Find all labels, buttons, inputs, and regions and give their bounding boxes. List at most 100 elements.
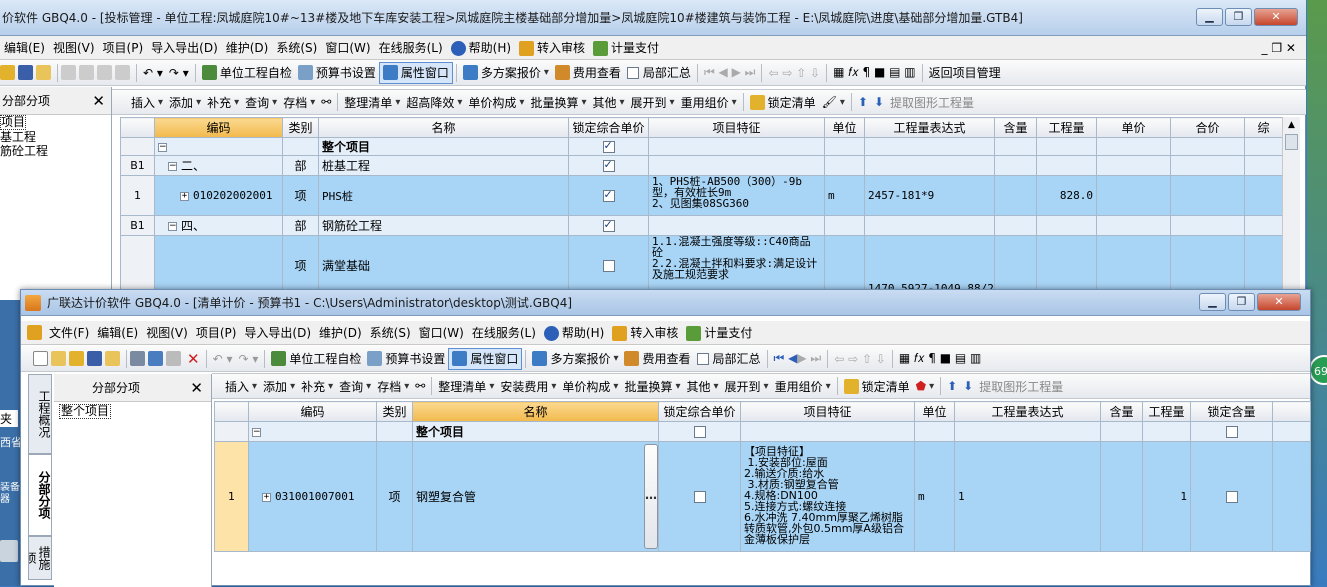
undo-button[interactable]: ↶ ▾ [210, 348, 236, 370]
partial-summary-checkbox[interactable] [626, 66, 639, 79]
col-quantity[interactable]: 工程量 [1036, 117, 1097, 138]
cut-icon[interactable] [130, 351, 145, 366]
menu-window[interactable]: 窗口(W) [415, 324, 468, 341]
table-row[interactable]: 1 +031001007001 项 钢塑复合管 … 【项目特征】 1.安装部位:… [214, 441, 1311, 552]
expand-icon[interactable]: + [180, 191, 189, 201]
col-content[interactable]: 含量 [1100, 401, 1143, 422]
menu-payment[interactable]: 计量支付 [589, 39, 663, 56]
other-button[interactable]: 其他 [589, 91, 627, 113]
down-icon[interactable]: ⬇ [960, 375, 976, 397]
partial-summary-checkbox[interactable] [696, 352, 709, 365]
archive-button[interactable]: 存档 [374, 375, 412, 397]
col-lock-content[interactable]: 锁定含量 [1190, 401, 1273, 422]
redo-button[interactable]: ↷ ▾ [166, 62, 192, 84]
paint-icon[interactable]: ⬟ [913, 375, 937, 397]
supplement-button[interactable]: 补充 [204, 91, 242, 113]
menu-project[interactable]: 项目(P) [192, 324, 241, 341]
lock-content-checkbox[interactable] [1225, 491, 1238, 503]
col-unit-price[interactable]: 单价 [1096, 117, 1171, 138]
close-icon[interactable]: ✕ [1254, 8, 1298, 26]
budget-settings-button[interactable]: 预算书设置 [295, 62, 379, 84]
col-name[interactable]: 名称 [412, 401, 659, 422]
tree-item[interactable]: 项目 [0, 115, 27, 130]
install-fee-button[interactable]: 安装费用 [497, 375, 559, 397]
reuse-price-button[interactable]: 重用组价 [772, 375, 834, 397]
menu-view[interactable]: 视图(V) [142, 324, 192, 341]
col-code[interactable]: 编码 [154, 117, 283, 138]
reuse-price-button[interactable]: 重用组价 [678, 91, 740, 113]
delete-icon[interactable] [115, 65, 130, 80]
menu-audit[interactable]: 转入审核 [608, 324, 682, 341]
undo-button[interactable]: ↶ ▾ [140, 62, 166, 84]
add-button[interactable]: 添加 [166, 91, 204, 113]
property-window-button[interactable]: 属性窗口 [378, 61, 453, 84]
col-lock-price[interactable]: 锁定综合单价 [658, 401, 741, 422]
collapse-icon[interactable]: − [252, 427, 261, 437]
extract-quantity-button[interactable]: 提取图形工程量 [976, 375, 1066, 397]
save-icon[interactable] [18, 65, 33, 80]
col-expr[interactable]: 工程量表达式 [954, 401, 1101, 422]
expand-to-button[interactable]: 展开到 [722, 375, 772, 397]
nav-buttons[interactable]: ⏮ ◀ ▶ ⏭ [771, 348, 825, 370]
table-row[interactable]: 1 +010202002001 项 PHS桩 1、PHS桩-AB500（300）… [120, 175, 1283, 216]
menu-file[interactable]: 文件(F) [45, 324, 93, 341]
col-code[interactable]: 编码 [248, 401, 377, 422]
col-lock-price[interactable]: 锁定综合单价 [568, 117, 649, 138]
move-buttons[interactable]: ⇦ ⇨ ⇧ ⇩ [765, 62, 823, 84]
menu-system[interactable]: 系统(S) [272, 39, 321, 56]
lock-checkbox[interactable] [602, 218, 615, 232]
menu-maintain[interactable]: 维护(D) [222, 39, 273, 56]
batch-convert-button[interactable]: 批量换算 [527, 91, 589, 113]
menu-edit[interactable]: 编辑(E) [0, 39, 49, 56]
self-check-button[interactable]: 单位工程自检 [199, 62, 295, 84]
tree-item[interactable]: 筋砼工程 [0, 144, 111, 158]
minimize-icon[interactable]: ▁ [1196, 8, 1223, 26]
redo-button[interactable]: ↷ ▾ [235, 348, 261, 370]
name-cell-editing[interactable]: 钢塑复合管 … [412, 441, 659, 552]
table-row[interactable]: B1 − 二、 部 桩基工程 [120, 155, 1283, 176]
delete-icon[interactable]: ✕ [184, 348, 203, 370]
menu-audit[interactable]: 转入审核 [515, 39, 589, 56]
menu-help[interactable]: 帮助(H) [447, 39, 515, 56]
batch-convert-button[interactable]: 批量换算 [621, 375, 683, 397]
fee-view-button[interactable]: 费用查看 [621, 348, 693, 370]
col-unit[interactable]: 单位 [824, 117, 865, 138]
other-button[interactable]: 其他 [683, 375, 721, 397]
copy-icon[interactable] [79, 65, 94, 80]
menu-project[interactable]: 项目(P) [99, 39, 148, 56]
lock-checkbox[interactable] [602, 188, 615, 202]
table-row[interactable]: − 整个项目 [214, 421, 1311, 442]
query-button[interactable]: 查询 [242, 91, 280, 113]
recycle-icon[interactable] [0, 540, 18, 562]
ellipsis-button[interactable]: … [644, 444, 658, 549]
open-icon[interactable] [69, 351, 84, 366]
table-row[interactable]: B1 − 四、 部 钢筋砼工程 [120, 215, 1283, 236]
new-project-icon[interactable] [51, 351, 66, 366]
col-feature[interactable]: 项目特征 [740, 401, 915, 422]
back-title-bar[interactable]: 价软件 GBQ4.0 - [投标管理 - 单位工程:凤城庭院10#~13#楼及地… [0, 0, 1306, 36]
col-unit[interactable]: 单位 [914, 401, 955, 422]
lock-list-button[interactable]: 锁定清单 [841, 375, 913, 397]
back-vertical-scrollbar[interactable]: ▲ [1282, 117, 1300, 300]
close-icon[interactable]: ✕ [190, 379, 203, 397]
menu-edit[interactable]: 编辑(E) [93, 324, 142, 341]
down-icon[interactable]: ⬇ [871, 91, 887, 113]
up-icon[interactable]: ⬆ [855, 91, 871, 113]
lock-checkbox[interactable] [602, 158, 615, 172]
extract-quantity-button[interactable]: 提取图形工程量 [887, 91, 977, 113]
col-content[interactable]: 含量 [994, 117, 1037, 138]
table-row[interactable]: − 整个项目 [120, 137, 1283, 156]
calc-icons[interactable]: ▦ 𝑓𝑥 ¶ ■ ▤ ▥ [830, 62, 918, 84]
new-icon[interactable] [33, 351, 48, 366]
lock-checkbox[interactable] [693, 426, 706, 438]
menu-import-export[interactable]: 导入导出(D) [147, 39, 222, 56]
binoculars-icon[interactable]: ⚯ [412, 375, 428, 397]
height-reduction-button[interactable]: 超高降效 [403, 91, 465, 113]
supplement-button[interactable]: 补充 [298, 375, 336, 397]
save-icon[interactable] [87, 351, 102, 366]
expand-icon[interactable]: + [262, 492, 271, 502]
col-more[interactable]: 综 [1244, 117, 1283, 138]
menu-window[interactable]: 窗口(W) [321, 39, 374, 56]
unit-price-button[interactable]: 单价构成 [465, 91, 527, 113]
menu-system[interactable]: 系统(S) [366, 324, 415, 341]
